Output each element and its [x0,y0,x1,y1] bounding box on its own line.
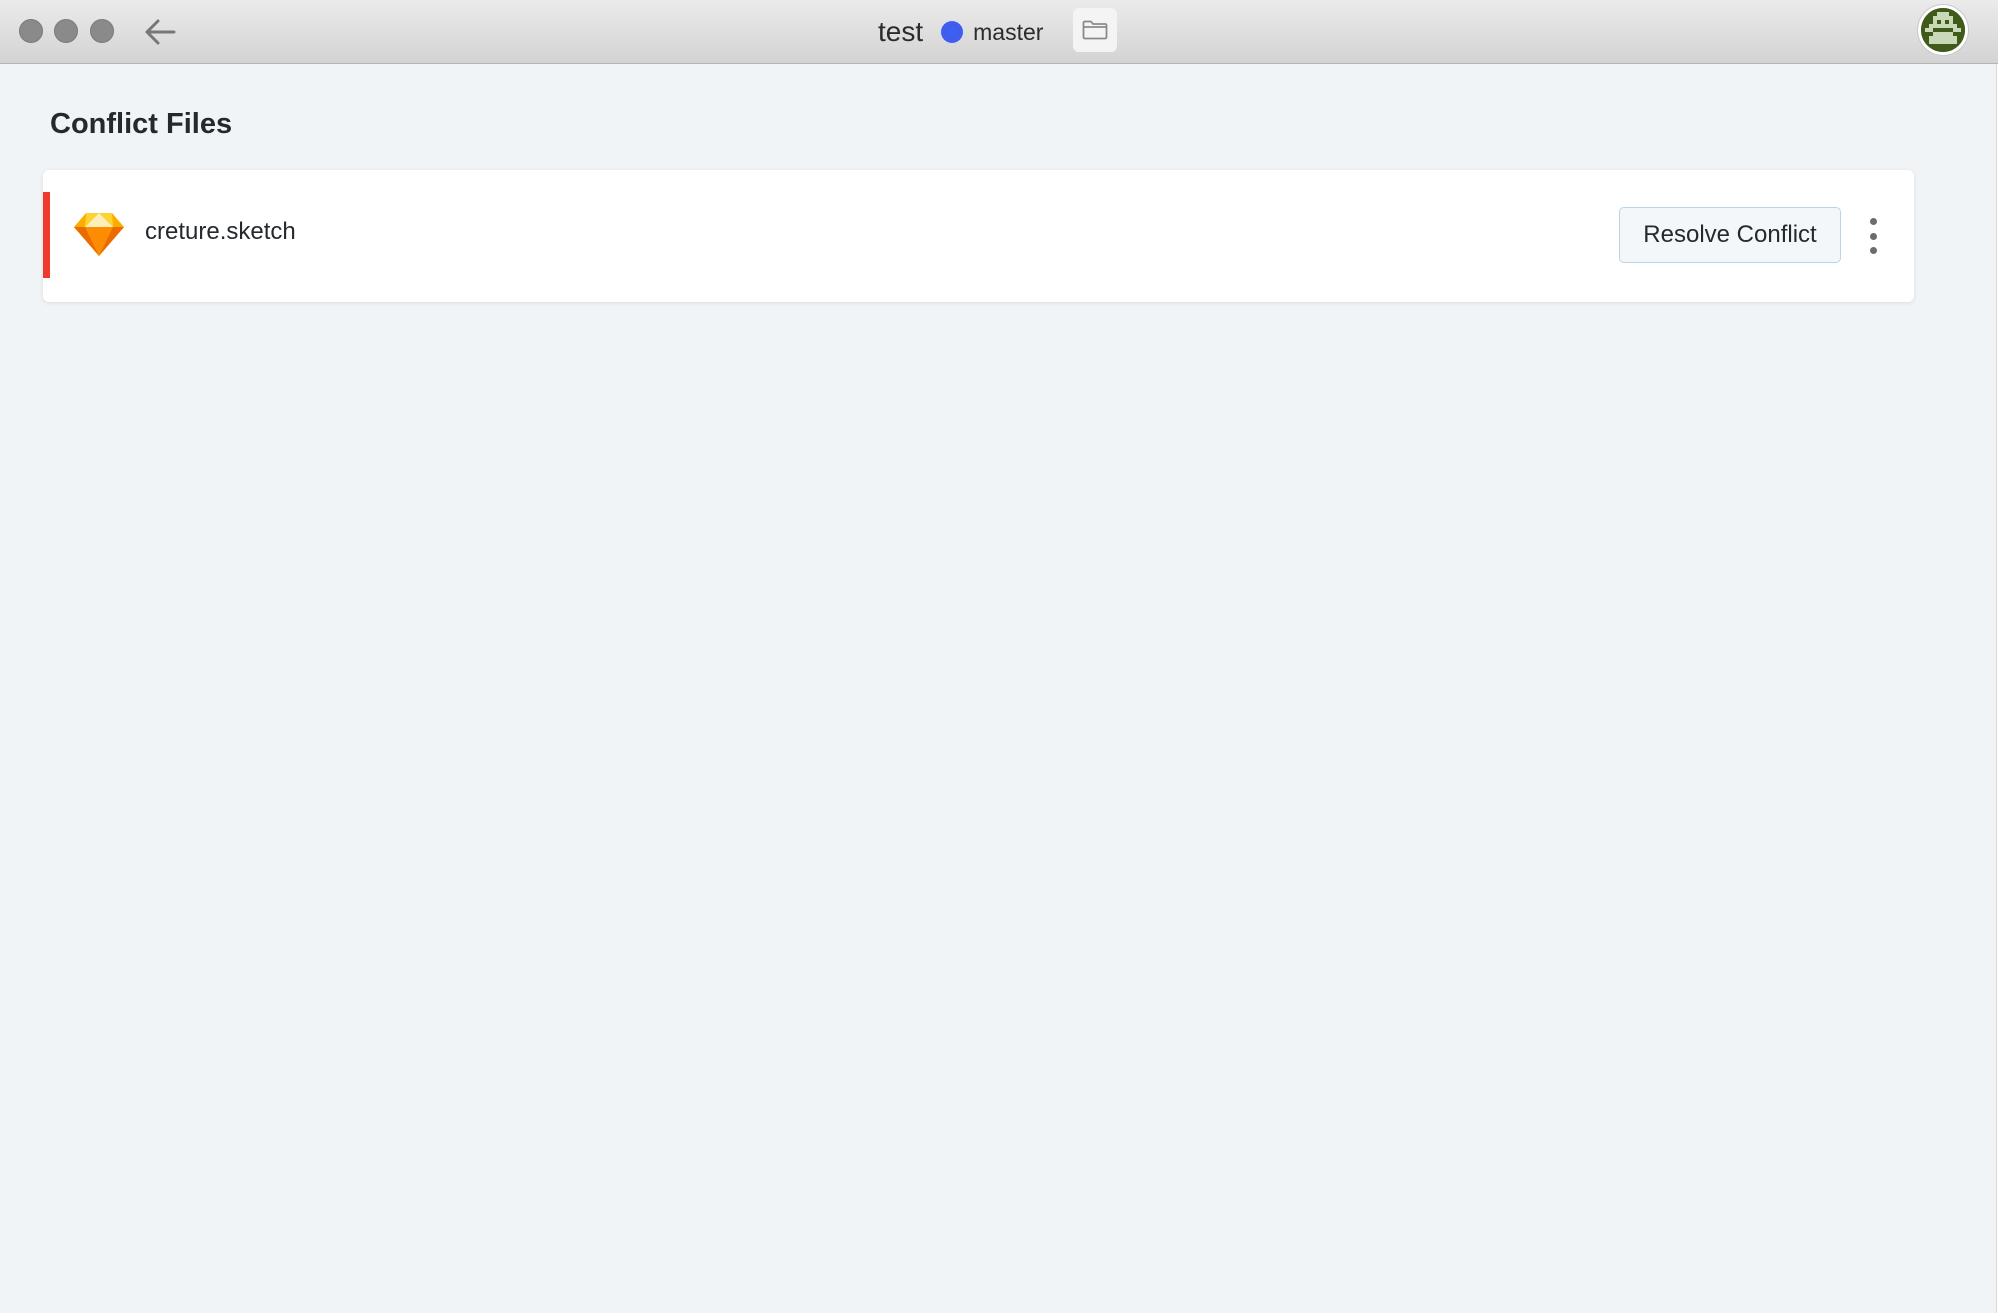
title-bar: test master [0,0,1998,64]
branch-name: master [973,18,1044,45]
arrow-left-icon [145,19,176,45]
open-folder-button[interactable] [1073,8,1117,52]
branch-indicator-dot [941,21,964,43]
branch-selector[interactable]: master [941,19,1043,46]
conflict-file-row: creture.sketch Resolve Conflict [43,170,1914,302]
minimize-window-button[interactable] [54,19,78,43]
back-button[interactable] [140,12,180,52]
more-dot-icon [1869,232,1877,240]
more-dot-icon [1869,247,1877,254]
folder-icon [1082,20,1108,40]
repo-title-group: test master [878,12,1043,52]
more-dot-icon [1869,218,1877,225]
window-edge [1996,64,2000,1313]
zoom-window-button[interactable] [90,19,114,43]
section-title: Conflict Files [50,108,233,140]
app-window: test master Conflict Files creture.sketc… [0,0,1998,1313]
avatar-image [1921,8,1965,52]
conflict-status-bar [43,192,50,278]
file-name[interactable]: creture.sketch [145,218,296,246]
pixel-avatar-icon [1921,8,1965,52]
user-avatar[interactable] [1918,5,1968,55]
sketch-diamond-icon [74,213,124,256]
resolve-conflict-button[interactable]: Resolve Conflict [1619,207,1841,263]
repo-name: test [878,16,924,47]
close-window-button[interactable] [19,19,43,43]
more-options-button[interactable] [1863,218,1883,254]
